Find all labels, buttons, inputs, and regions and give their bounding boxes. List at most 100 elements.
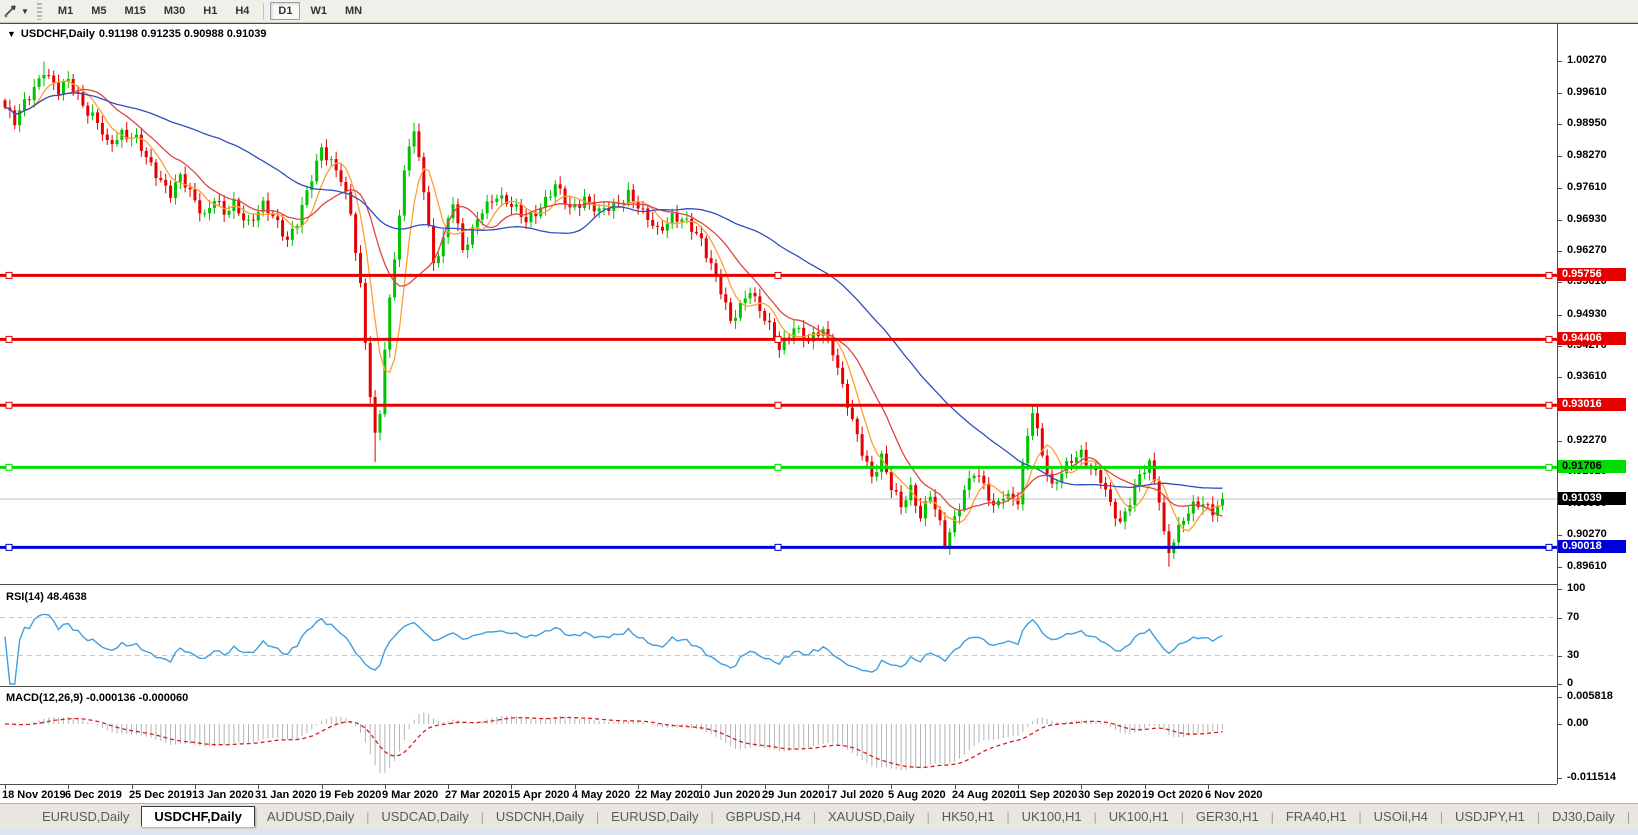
timeframe-button-h1[interactable]: H1	[195, 2, 225, 20]
candle-body	[919, 505, 923, 519]
candle-body	[1133, 485, 1137, 506]
line-anchor-marker[interactable]	[774, 335, 782, 343]
candle-body	[368, 342, 372, 398]
candle-body	[407, 146, 411, 171]
candle-body	[37, 78, 41, 87]
candle-body	[154, 162, 158, 179]
line-anchor-marker[interactable]	[1545, 543, 1553, 551]
timeframe-button-d1[interactable]: D1	[270, 2, 301, 20]
macd-panel-svg[interactable]	[0, 688, 1557, 784]
chart-tab-china300-h1[interactable]: CHINA300,H1	[1630, 807, 1638, 826]
date-tick-label: 11 Sep 2020	[1015, 789, 1078, 801]
candle-body	[729, 302, 733, 321]
line-anchor-marker[interactable]	[774, 463, 782, 471]
chart-tab-fra40-h1[interactable]: FRA40,H1	[1274, 807, 1359, 826]
candle-body	[548, 196, 552, 198]
chart-symbol: USDCHF,Daily	[20, 28, 95, 40]
line-anchor-marker[interactable]	[5, 463, 13, 471]
candle-body	[247, 219, 250, 221]
line-anchor-marker[interactable]	[5, 335, 13, 343]
chart-tab-usoil-h4[interactable]: USOil,H4	[1362, 807, 1440, 826]
candle-body	[850, 407, 854, 419]
chart-tab-gbpusd-h4[interactable]: GBPUSD,H4	[714, 807, 813, 826]
candle-body	[875, 471, 879, 477]
line-anchor-marker[interactable]	[5, 271, 13, 279]
date-tick-label: 24 Aug 2020	[952, 789, 1016, 801]
chart-tab-dj30-daily[interactable]: DJ30,Daily	[1540, 807, 1627, 826]
timeframe-button-m5[interactable]: M5	[83, 2, 114, 20]
chart-tab-usdjpy-h1[interactable]: USDJPY,H1	[1443, 807, 1537, 826]
candle-body	[1108, 489, 1112, 502]
toolbar-grip[interactable]	[36, 2, 42, 20]
line-anchor-marker[interactable]	[1545, 271, 1553, 279]
chart-tab-ger30-h1[interactable]: GER30,H1	[1184, 807, 1271, 826]
date-tick-label: 29 Jun 2020	[762, 789, 825, 801]
main-chart-svg[interactable]	[0, 25, 1557, 584]
line-anchor-marker[interactable]	[774, 271, 782, 279]
candle-body	[1045, 455, 1049, 474]
candle-body	[52, 75, 56, 83]
tool-dropdown-caret[interactable]: ▼	[21, 7, 29, 16]
candle-body	[198, 200, 202, 214]
chart-tab-xauusd-daily[interactable]: XAUUSD,Daily	[816, 807, 927, 826]
macd-tick-label: 0.005818	[1567, 690, 1613, 702]
chart-tab-eurusd-daily[interactable]: EURUSD,Daily	[599, 807, 710, 826]
rsi-panel-svg[interactable]	[0, 586, 1557, 685]
line-anchor-marker[interactable]	[1545, 335, 1553, 343]
candle-body	[105, 134, 109, 141]
candle-body	[1206, 504, 1210, 506]
date-tick-label: 15 Apr 2020	[508, 789, 570, 801]
rsi-tick-label: 0	[1567, 677, 1574, 689]
candle-body	[100, 122, 104, 135]
candle-body	[1152, 460, 1156, 482]
candle-body	[329, 159, 333, 161]
toolbar-separator	[263, 2, 265, 20]
chart-tab-usdcnh-daily[interactable]: USDCNH,Daily	[484, 807, 596, 826]
price-tick-mark	[1558, 124, 1562, 125]
line-anchor-marker[interactable]	[5, 543, 13, 551]
timeframe-button-h4[interactable]: H4	[227, 2, 257, 20]
candle-body	[300, 204, 304, 226]
chart-tab-audusd-daily[interactable]: AUDUSD,Daily	[255, 807, 366, 826]
chart-tab-usdcad-daily[interactable]: USDCAD,Daily	[369, 807, 480, 826]
candle-body	[870, 461, 874, 477]
line-anchor-marker[interactable]	[774, 401, 782, 409]
chart-window[interactable]: ▼ USDCHF,Daily 0.91198 0.91235 0.90988 0.9…	[0, 23, 1638, 804]
panel-separator[interactable]	[0, 584, 1557, 585]
timeframe-button-w1[interactable]: W1	[302, 2, 335, 20]
cursor-tool-icon[interactable]	[2, 3, 20, 19]
candle-body	[378, 414, 382, 433]
line-anchor-marker[interactable]	[1545, 463, 1553, 471]
rsi-tick-label: 100	[1567, 582, 1586, 594]
candle-body	[734, 317, 737, 321]
price-tick-mark	[1558, 93, 1562, 94]
panel-separator[interactable]	[0, 686, 1557, 687]
collapse-icon[interactable]: ▼	[7, 29, 16, 39]
candle-body	[972, 475, 976, 479]
candle-body	[1021, 463, 1025, 505]
timeframe-button-m30[interactable]: M30	[156, 2, 193, 20]
timeframe-button-mn[interactable]: MN	[337, 2, 370, 20]
chart-tab-hk50-h1[interactable]: HK50,H1	[930, 807, 1007, 826]
candle-body	[962, 489, 966, 510]
candle-body	[500, 195, 504, 199]
line-anchor-marker[interactable]	[5, 401, 13, 409]
line-anchor-marker[interactable]	[1545, 401, 1553, 409]
chart-tab-uk100-h1[interactable]: UK100,H1	[1010, 807, 1094, 826]
chart-tab-uk100-h1[interactable]: UK100,H1	[1097, 807, 1181, 826]
candle-body	[958, 509, 962, 517]
candle-body	[656, 225, 660, 227]
chart-tab-usdchf-daily[interactable]: USDCHF,Daily	[141, 806, 255, 827]
timeframe-button-m1[interactable]: M1	[50, 2, 81, 20]
candle-body	[1074, 457, 1078, 463]
candle-body	[461, 223, 465, 251]
chart-tab-eurusd-daily[interactable]: EURUSD,Daily	[30, 807, 141, 826]
candle-body	[967, 478, 971, 490]
candle-body	[685, 218, 689, 220]
rsi-line	[4, 613, 1223, 685]
candle-body	[490, 201, 494, 203]
candle-body	[763, 311, 767, 321]
candle-body	[695, 231, 699, 234]
timeframe-button-m15[interactable]: M15	[116, 2, 153, 20]
line-anchor-marker[interactable]	[774, 543, 782, 551]
